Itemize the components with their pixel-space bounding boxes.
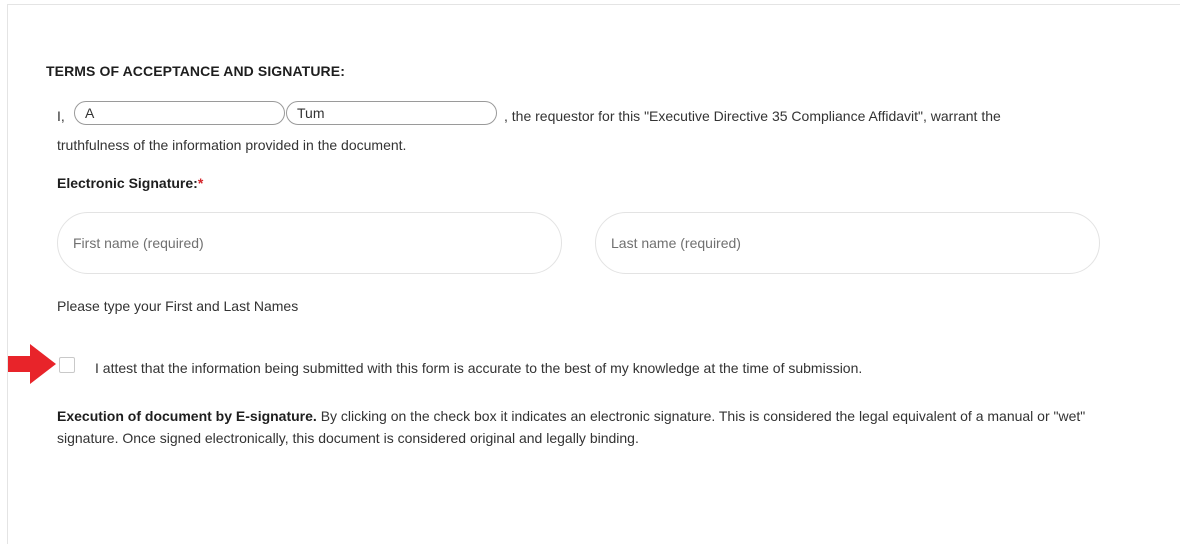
electronic-signature-label: Electronic Signature:* <box>57 175 203 191</box>
section-title: TERMS OF ACCEPTANCE AND SIGNATURE: <box>46 63 345 79</box>
affirmation-text-line2: truthfulness of the information provided… <box>57 137 407 153</box>
electronic-signature-label-text: Electronic Signature: <box>57 175 198 191</box>
signature-help-text: Please type your First and Last Names <box>57 298 299 314</box>
form-panel <box>7 4 1180 544</box>
signature-last-name-input[interactable] <box>595 212 1100 274</box>
affirmation-prefix: I, <box>57 108 65 124</box>
signature-first-name-input[interactable] <box>57 212 562 274</box>
red-arrow-right-icon <box>8 344 56 384</box>
affirmation-first-name-input[interactable] <box>74 101 285 125</box>
affirmation-line: I, , the requestor for this "Executive D… <box>57 101 1157 131</box>
affirmation-last-name-input[interactable] <box>286 101 497 125</box>
attest-label: I attest that the information being subm… <box>95 360 863 376</box>
affirmation-text: , the requestor for this "Executive Dire… <box>504 108 1001 124</box>
execution-notice-heading: Execution of document by E-signature. <box>57 408 317 424</box>
execution-notice: Execution of document by E-signature. By… <box>57 405 1107 449</box>
required-marker: * <box>197 175 204 191</box>
attest-checkbox[interactable] <box>59 357 75 373</box>
